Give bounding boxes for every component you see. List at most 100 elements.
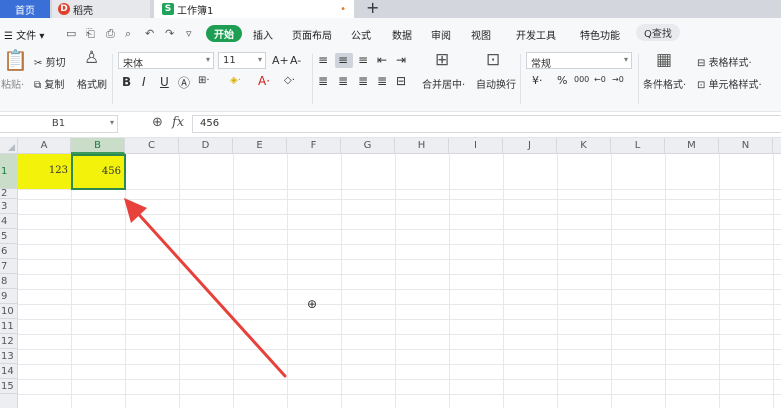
font-color-icon[interactable]: A· — [258, 74, 270, 88]
chevron-down-icon: ▾ — [205, 55, 210, 64]
tab-workbook-label: 工作簿1 — [177, 5, 214, 17]
print-icon[interactable]: ⎙ — [106, 27, 115, 41]
cut-label: 剪切 — [45, 58, 66, 69]
cell-reference: B1 — [51, 118, 66, 129]
increase-decimal-icon[interactable]: ←0 — [594, 75, 606, 84]
chevron-down-icon: ▾ — [623, 55, 628, 64]
menu-review[interactable]: 审阅 — [431, 27, 451, 42]
menu-file[interactable]: ☰ 文件 ▾ — [4, 27, 44, 42]
menu-developer[interactable]: 开发工具 — [516, 27, 556, 42]
table-style-label: 表格样式· — [708, 58, 752, 69]
menu-home[interactable]: 开始 — [206, 25, 242, 42]
currency-button[interactable]: ¥· — [532, 74, 543, 87]
menu-bar: ☰ 文件 ▾ ▭ ⎗ ⎙ ⌕ ↶ ↷ ▿ 开始 插入 页面布局 公式 数据 审阅… — [0, 18, 781, 48]
wrap-text-icon[interactable]: ⊡ — [486, 50, 500, 70]
tab-daoke[interactable]: D 稻壳 — [52, 0, 150, 18]
align-left-icon[interactable]: ≣ — [318, 74, 328, 88]
font-name-select[interactable]: 宋体 ▾ — [118, 52, 214, 70]
align-right-icon[interactable]: ≣ — [358, 74, 368, 88]
decrease-indent-icon[interactable]: ⇤ — [377, 53, 387, 67]
ribbon-divider — [312, 54, 313, 104]
menu-page-layout[interactable]: 页面布局 — [292, 27, 332, 42]
italic-button[interactable]: I — [142, 75, 146, 89]
wrap-text-label[interactable]: 自动换行 — [476, 76, 516, 91]
tab-bar: 首页 D 稻壳 S 工作簿1 • + — [0, 0, 781, 18]
distribute-icon[interactable]: ⊟ — [396, 74, 406, 88]
align-bottom-icon[interactable]: ≡ — [358, 53, 368, 67]
strikethrough-icon[interactable]: Ⓐ — [178, 74, 190, 91]
spreadsheet-grid[interactable]: A B C D E F G H I J K L M N 1 2 3 4 5 6 … — [0, 138, 781, 408]
name-box[interactable]: B1 ▾ — [0, 115, 118, 133]
ribbon-divider — [112, 54, 113, 104]
table-style-icon: ⊟ — [697, 58, 709, 69]
daoke-logo-icon: D — [58, 3, 70, 15]
underline-button[interactable]: U — [160, 75, 169, 89]
align-middle-icon[interactable]: ≡ — [338, 53, 348, 67]
customize-icon[interactable]: ▿ — [186, 27, 192, 40]
clear-format-icon[interactable]: ◇· — [284, 75, 295, 86]
paste-icon[interactable]: 📋 — [3, 48, 28, 72]
align-top-icon[interactable]: ≡ — [318, 53, 328, 67]
undo-icon[interactable]: ↶ — [145, 27, 154, 40]
format-painter-label[interactable]: 格式刷 — [77, 76, 107, 91]
increase-indent-icon[interactable]: ⇥ — [396, 53, 406, 67]
export-icon[interactable]: ⎗ — [86, 27, 95, 41]
number-format-select[interactable]: 常规 ▾ — [526, 52, 632, 70]
cell-style-button[interactable]: ⊡ 单元格样式· — [697, 76, 762, 91]
print-preview-icon[interactable]: ⌕ — [125, 27, 131, 41]
fx-icon[interactable]: fx — [172, 115, 184, 130]
ribbon-divider — [520, 54, 521, 104]
grow-font-button[interactable]: A+ — [272, 54, 289, 67]
zoom-search-icon[interactable]: ⊕ — [152, 115, 163, 130]
search-button[interactable]: Q查找 — [636, 24, 680, 41]
paste-label[interactable]: 粘贴· — [1, 76, 24, 91]
save-icon[interactable]: ▭ — [66, 27, 76, 40]
font-size-value: 11 — [223, 55, 236, 66]
new-tab-icon[interactable]: + — [366, 0, 379, 17]
merge-center-icon[interactable]: ⊞ — [435, 50, 449, 70]
table-style-button[interactable]: ⊟ 表格样式· — [697, 54, 752, 69]
copy-button[interactable]: ⧉ 复制 — [34, 76, 64, 91]
annotation-arrow — [124, 198, 287, 378]
cut-button[interactable]: ✂ 剪切 — [34, 54, 66, 69]
justify-icon[interactable]: ≣ — [377, 74, 387, 88]
menu-data[interactable]: 数据 — [392, 27, 412, 42]
formula-input[interactable]: 456 — [192, 115, 781, 133]
shrink-font-button[interactable]: A- — [290, 54, 301, 67]
conditional-format-icon[interactable]: ▦ — [656, 50, 672, 70]
format-painter-icon[interactable]: ♙ — [84, 48, 99, 68]
menu-formulas[interactable]: 公式 — [351, 27, 371, 42]
unsaved-dot-icon: • — [340, 4, 346, 15]
bold-button[interactable]: B — [122, 75, 131, 89]
tab-workbook[interactable]: S 工作簿1 • — [154, 0, 354, 18]
cell-style-icon: ⊡ — [697, 80, 709, 91]
percent-button[interactable]: % — [557, 74, 567, 87]
fill-color-icon[interactable]: ◈· — [230, 75, 241, 86]
align-center-icon[interactable]: ≣ — [338, 74, 348, 88]
tab-home-label: 首页 — [15, 5, 35, 17]
redo-icon[interactable]: ↷ — [165, 27, 174, 40]
font-size-select[interactable]: 11 ▾ — [218, 52, 266, 69]
font-name-value: 宋体 — [123, 59, 143, 70]
number-format-value: 常规 — [531, 59, 551, 70]
cell-style-label: 单元格样式· — [708, 80, 762, 91]
menu-insert[interactable]: 插入 — [253, 27, 273, 42]
formula-value: 456 — [200, 118, 220, 129]
chevron-down-icon: ▾ — [257, 55, 262, 64]
tab-home[interactable]: 首页 — [0, 0, 50, 18]
menu-special[interactable]: 特色功能 — [580, 27, 620, 42]
menu-view[interactable]: 视图 — [471, 27, 491, 42]
copy-icon: ⧉ — [34, 80, 45, 91]
thousands-button[interactable]: 000 — [574, 75, 589, 84]
chevron-down-icon: ▾ — [109, 118, 114, 127]
ribbon-divider — [638, 54, 639, 104]
merge-center-label[interactable]: 合并居中· — [422, 76, 465, 91]
tab-daoke-label: 稻壳 — [73, 5, 93, 17]
decrease-decimal-icon[interactable]: →0 — [612, 75, 624, 84]
formula-bar: B1 ▾ ⊕ fx 456 — [0, 112, 781, 138]
ribbon: 📋 粘贴· ✂ 剪切 ⧉ 复制 ♙ 格式刷 宋体 ▾ 11 ▾ A+ A- B I … — [0, 48, 781, 112]
borders-icon[interactable]: ⊞· — [198, 75, 210, 86]
spreadsheet-logo-icon: S — [162, 3, 174, 15]
copy-label: 复制 — [44, 80, 65, 91]
conditional-format-label[interactable]: 条件格式· — [643, 76, 686, 91]
